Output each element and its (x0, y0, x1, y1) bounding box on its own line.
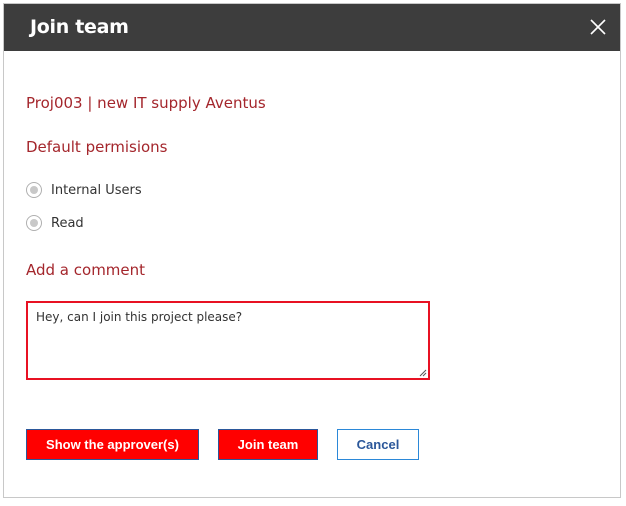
radio-button[interactable] (26, 182, 42, 198)
radio-button[interactable] (26, 215, 42, 231)
radio-internal-users[interactable]: Internal Users (26, 181, 142, 199)
radio-label: Internal Users (51, 182, 142, 198)
resize-grip-icon[interactable] (418, 368, 427, 377)
dialog-titlebar: Join team (4, 4, 620, 51)
comment-label: Add a comment (26, 261, 146, 279)
permissions-label: Default permisions (26, 138, 168, 156)
join-team-button[interactable]: Join team (218, 429, 318, 460)
close-icon[interactable] (586, 15, 610, 39)
radio-dot (30, 219, 38, 227)
radio-dot (30, 186, 38, 194)
project-name: Proj003 | new IT supply Aventus (26, 94, 266, 112)
show-approvers-button[interactable]: Show the approver(s) (26, 429, 199, 460)
radio-label: Read (51, 215, 84, 231)
dialog-title: Join team (30, 16, 129, 38)
radio-read[interactable]: Read (26, 214, 84, 232)
join-team-dialog: Join team Proj003 | new IT supply Aventu… (3, 3, 621, 498)
comment-textarea[interactable] (26, 301, 430, 380)
close-button[interactable] (586, 15, 610, 39)
cancel-button[interactable]: Cancel (337, 429, 419, 460)
